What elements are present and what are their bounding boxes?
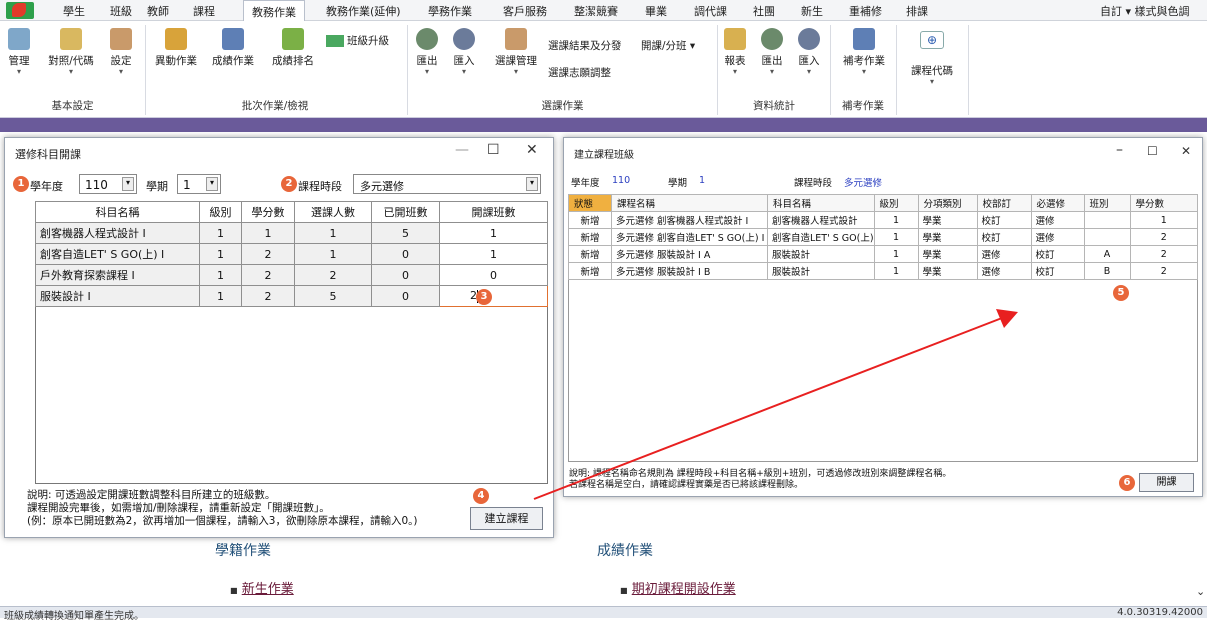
status-bar: 班級成績轉換通知單產生完成。 4.0.30319.42000	[0, 606, 1207, 622]
arrow-line	[533, 317, 1003, 500]
status-message: 班級成績轉換通知單產生完成。	[4, 611, 144, 622]
annotation-arrow	[533, 309, 1018, 500]
version-label: 4.0.30319.42000	[1117, 607, 1203, 618]
